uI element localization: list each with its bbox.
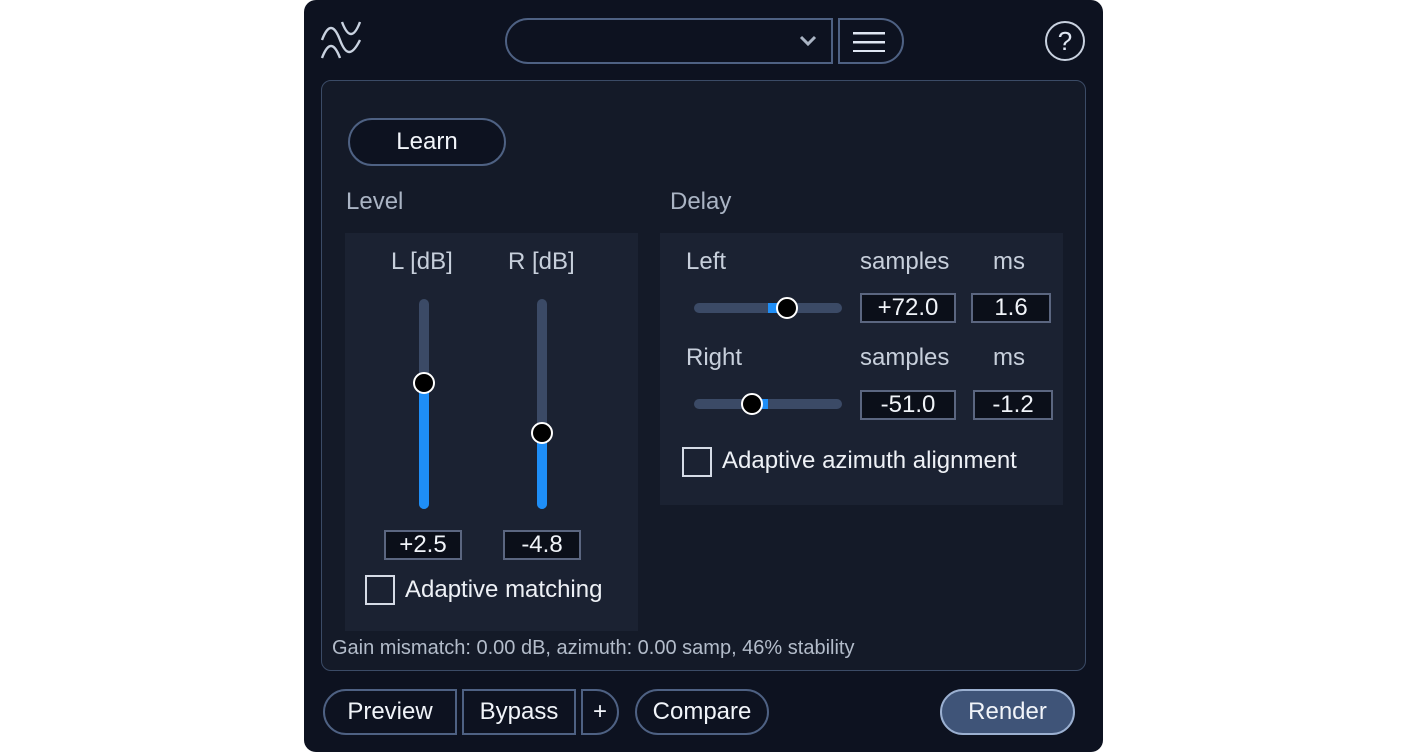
delay-left-samples-label: samples xyxy=(860,248,950,275)
adaptive-azimuth-label: Adaptive azimuth alignment xyxy=(722,447,1017,474)
level-left-label: L [dB] xyxy=(391,248,453,275)
menu-button[interactable] xyxy=(838,18,904,64)
hamburger-menu-icon xyxy=(853,32,885,52)
level-left-slider[interactable] xyxy=(413,299,435,509)
preset-dropdown[interactable] xyxy=(505,18,833,64)
delay-right-ms-label: ms xyxy=(993,344,1025,371)
delay-right-samples-field[interactable]: -51.0 xyxy=(860,390,956,420)
delay-right-ms-field[interactable]: -1.2 xyxy=(973,390,1053,420)
level-left-slider-thumb[interactable] xyxy=(413,372,435,394)
level-right-label: R [dB] xyxy=(508,248,575,275)
plugin-window: ? Learn Level Delay L [dB] R [dB] +2.5 -… xyxy=(304,0,1103,752)
sine-wave-logo-icon xyxy=(320,21,362,59)
bypass-button[interactable]: Bypass xyxy=(462,689,576,735)
delay-right-samples-label: samples xyxy=(860,344,950,371)
level-right-value-field[interactable]: -4.8 xyxy=(503,530,581,560)
level-left-slider-fill xyxy=(419,383,429,509)
delay-right-slider-thumb[interactable] xyxy=(740,393,763,415)
delay-left-ms-field[interactable]: 1.6 xyxy=(971,293,1051,323)
level-right-slider[interactable] xyxy=(531,299,553,509)
help-button[interactable]: ? xyxy=(1045,21,1085,61)
delay-right-slider[interactable] xyxy=(694,393,842,415)
render-button[interactable]: Render xyxy=(940,689,1075,735)
adaptive-matching-checkbox[interactable] xyxy=(365,575,395,605)
delay-left-slider-thumb[interactable] xyxy=(776,297,799,319)
level-left-value-field[interactable]: +2.5 xyxy=(384,530,462,560)
preview-button[interactable]: Preview xyxy=(323,689,457,735)
learn-button[interactable]: Learn xyxy=(348,118,506,166)
level-right-slider-fill xyxy=(537,433,547,509)
delay-title: Delay xyxy=(670,188,732,215)
adaptive-matching-label: Adaptive matching xyxy=(405,576,603,603)
status-text: Gain mismatch: 0.00 dB, azimuth: 0.00 sa… xyxy=(332,637,855,659)
level-section: L [dB] R [dB] +2.5 -4.8 Adaptive matchin… xyxy=(345,233,638,631)
chevron-down-icon xyxy=(799,35,817,47)
level-title: Level xyxy=(346,188,404,215)
help-icon: ? xyxy=(1057,26,1073,56)
delay-left-slider[interactable] xyxy=(694,297,842,319)
level-right-slider-thumb[interactable] xyxy=(531,422,553,444)
add-button[interactable]: + xyxy=(581,689,619,735)
delay-left-samples-field[interactable]: +72.0 xyxy=(860,293,956,323)
compare-button[interactable]: Compare xyxy=(635,689,769,735)
delay-left-ms-label: ms xyxy=(993,248,1025,275)
delay-section: Left samples ms +72.0 1.6 Right samples … xyxy=(660,233,1063,505)
delay-left-label: Left xyxy=(686,248,727,275)
adaptive-azimuth-checkbox[interactable] xyxy=(682,447,712,477)
delay-right-label: Right xyxy=(686,344,743,371)
main-panel: Learn Level Delay L [dB] R [dB] +2.5 -4.… xyxy=(321,80,1086,671)
